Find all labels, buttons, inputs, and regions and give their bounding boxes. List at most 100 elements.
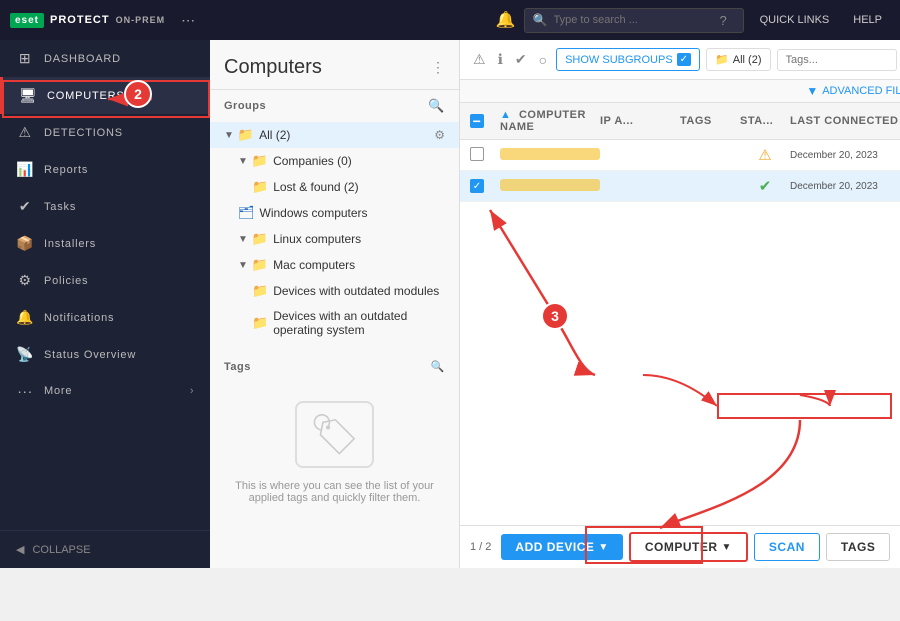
tree-label-mac: Mac computers [273,258,355,272]
sidebar-item-reports[interactable]: 📊 Reports [0,151,210,188]
tags-button[interactable]: TAGS [826,533,890,561]
groups-search-icon[interactable]: 🔍 [428,98,445,114]
policies-icon: ⚙ [16,272,34,289]
help-icon[interactable]: ? [720,13,727,28]
sidebar-item-installers[interactable]: 📦 Installers [0,225,210,262]
help-button[interactable]: HELP [845,10,890,30]
check-filter-icon[interactable]: ✔ [512,48,530,71]
tree-arrow-linux: ▼ [238,234,248,245]
sidebar-item-tasks[interactable]: ✔ Tasks [0,188,210,225]
search-bar: 🔍 ? [524,8,744,33]
right-panel: ⚠ ℹ ✔ ○ SHOW SUBGROUPS ✓ 📁 All (2) ▼ ADV… [460,40,900,568]
sidebar: ⊞ DASHBOARD 🖥 COMPUTERS ⚠ DETECTIONS 📊 R… [0,40,210,568]
th-name-label: COMPUTER NAME [500,109,586,133]
all-button[interactable]: 📁 All (2) [706,48,770,71]
folder-icon-modules: 📁 [252,283,268,299]
computers-icon: 🖥 [19,87,37,104]
sidebar-item-policies[interactable]: ⚙ Policies [0,262,210,299]
show-subgroups-button[interactable]: SHOW SUBGROUPS ✓ [556,48,700,71]
td-check-2[interactable]: ✓ [470,179,500,193]
eset-logo: eset PROTECT ON-PREM [10,13,165,28]
tree-arrow-all: ▼ [224,130,234,141]
bottom-bar: 1 / 2 ADD DEVICE ▼ COMPUTER ▼ SCAN TAGS [460,525,900,568]
collapse-label: COLLAPSE [32,544,90,556]
tags-filter-input[interactable] [777,49,897,71]
sidebar-label-dashboard: DASHBOARD [44,53,121,65]
tags-section: Tags 🔍 🏷 This is where you can see the l… [210,352,459,532]
row-checkbox-1[interactable] [470,147,484,161]
more-options-icon[interactable]: ⋮ [431,59,445,76]
advanced-filters-button[interactable]: ▼ ADVANCED FILTERS [806,84,900,98]
status-ok-icon-2: ✔ [759,178,772,195]
middle-header-icons: ⋮ [431,59,445,76]
main-layout: ⊞ DASHBOARD 🖥 COMPUTERS ⚠ DETECTIONS 📊 R… [0,40,900,568]
info-filter-icon[interactable]: ℹ [495,48,506,71]
th-computer-name[interactable]: ▲ COMPUTER NAME [500,109,600,133]
show-subgroups-label: SHOW SUBGROUPS [565,54,673,66]
search-icon: 🔍 [533,13,548,27]
th-tags[interactable]: TAGS [680,115,740,127]
add-device-label: ADD DEVICE [515,540,594,554]
step-badge-2: 2 [124,80,152,108]
tree-item-mac[interactable]: ▼ 📁 Mac computers [210,252,459,278]
tree-item-outdated-modules[interactable]: 📁 Devices with outdated modules [210,278,459,304]
sidebar-item-dashboard[interactable]: ⊞ DASHBOARD [0,40,210,77]
tree-label-os: Devices with an outdated operating syste… [273,309,445,337]
sidebar-item-notifications[interactable]: 🔔 Notifications [0,299,210,336]
th-last-connected[interactable]: LAST CONNECTED [790,115,900,127]
filter-icon: ▼ [806,84,818,98]
advanced-filters-label: ADVANCED FILTERS [822,85,900,97]
tree-gear-all[interactable]: ⚙ [434,128,445,142]
computer-button[interactable]: COMPUTER ▼ [629,532,748,562]
add-device-button[interactable]: ADD DEVICE ▼ [501,534,622,560]
sidebar-item-detections[interactable]: ⚠ DETECTIONS [0,114,210,151]
groups-header: Groups 🔍 [210,90,459,122]
tree-label-lost: Lost & found (2) [273,180,358,194]
sidebar-label-more: More [44,385,72,397]
tree-item-outdated-os[interactable]: 📁 Devices with an outdated operating sys… [210,304,459,342]
sidebar-label-installers: Installers [44,238,96,250]
sidebar-label-computers: COMPUTERS [47,90,124,102]
status-icon: 📡 [16,346,34,363]
folder-icon-os: 📁 [252,315,268,331]
th-ip[interactable]: IP A... [600,115,680,127]
tree-item-companies[interactable]: ▼ 📁 Companies (0) [210,148,459,174]
tree-item-all[interactable]: ▼ 📁 All (2) ⚙ [210,122,459,148]
sidebar-label-reports: Reports [44,164,88,176]
table-row: ⚠ December 20, 2023 [460,140,900,171]
tree-item-lost-found[interactable]: 📁 Lost & found (2) [210,174,459,200]
notifications-icon: 🔔 [16,309,34,326]
quick-links-button[interactable]: QUICK LINKS [752,10,838,30]
warning-filter-icon[interactable]: ⚠ [470,48,489,71]
tags-empty-text: This is where you can see the list of yo… [234,480,435,504]
sidebar-item-status[interactable]: 📡 Status Overview [0,336,210,373]
search-input[interactable] [554,14,714,26]
folder-icon-windows: 🗂 [238,205,255,221]
circle-filter-icon[interactable]: ○ [536,49,550,71]
bell-icon[interactable]: 🔔 [496,10,516,30]
tags-search-icon[interactable]: 🔍 [431,360,445,373]
row-checkbox-2[interactable]: ✓ [470,179,484,193]
sidebar-label-tasks: Tasks [44,201,76,213]
all-count-label: All (2) [733,54,762,66]
th-status[interactable]: STA... [740,115,790,127]
tree-label-all: All (2) [259,128,290,142]
tree-item-windows[interactable]: 🗂 Windows computers [210,200,459,226]
select-all-checkbox[interactable]: − [470,114,484,128]
tree-label-linux: Linux computers [273,232,361,246]
folder-icon-mac: 📁 [252,257,268,273]
sidebar-item-computers[interactable]: 🖥 COMPUTERS [0,77,210,114]
installers-icon: 📦 [16,235,34,252]
computer-name-blurred-1 [500,148,600,160]
td-check-1[interactable] [470,147,500,164]
grid-icon[interactable]: ⋯ [181,12,195,29]
sidebar-item-more[interactable]: ··· More › [0,373,210,409]
tags-empty: 🏷 This is where you can see the list of … [224,381,445,524]
sidebar-collapse[interactable]: ◀ COLLAPSE [0,530,210,568]
scan-button[interactable]: SCAN [754,533,820,561]
sidebar-label-status: Status Overview [44,349,136,361]
tree-arrow-companies: ▼ [238,156,248,167]
tree-item-linux[interactable]: ▼ 📁 Linux computers [210,226,459,252]
middle-title: Computers [224,56,322,79]
td-last-2: December 20, 2023 [790,181,900,192]
